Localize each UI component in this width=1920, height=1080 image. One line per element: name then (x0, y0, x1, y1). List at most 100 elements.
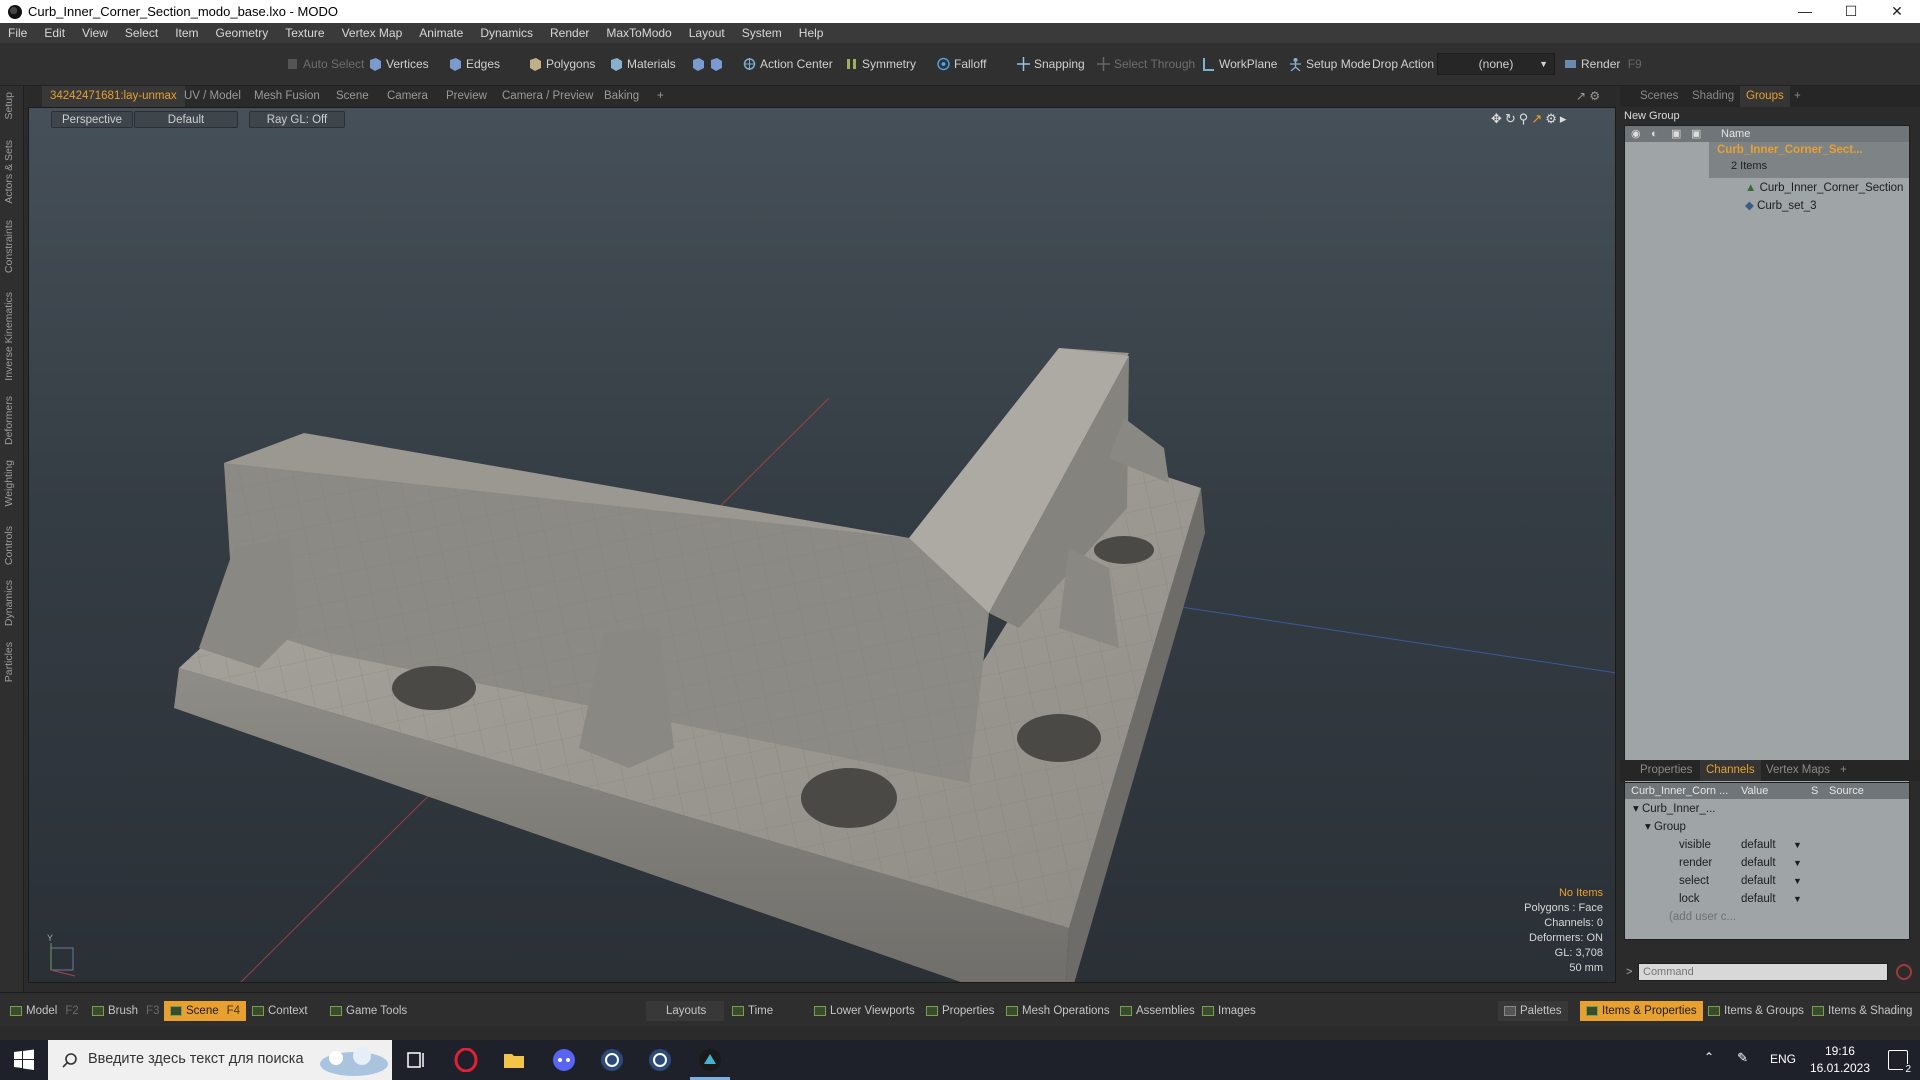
modo-taskbar-icon[interactable] (698, 1048, 722, 1072)
tab-uv-model[interactable]: UV / Model (176, 86, 249, 107)
add-user-channel[interactable]: (add user c... (1669, 908, 1736, 926)
strip-tab-actors-sets[interactable]: Actors & Sets (3, 140, 15, 204)
chevron-down-icon[interactable]: ▼ (1793, 872, 1802, 890)
opera-icon[interactable] (454, 1048, 478, 1072)
tab-groups[interactable]: Groups (1740, 86, 1790, 107)
channels-root-row[interactable]: ▾ Curb_Inner_... (1633, 800, 1715, 818)
tab-scene[interactable]: Scene (328, 86, 377, 107)
menu-system[interactable]: System (742, 26, 782, 40)
strip-tab-dynamics[interactable]: Dynamics (3, 580, 15, 626)
pen-icon[interactable]: ✎ (1737, 1050, 1748, 1066)
palettes-button[interactable]: Palettes (1498, 1001, 1568, 1021)
menu-layout[interactable]: Layout (689, 26, 725, 40)
chevron-down-icon[interactable]: ▼ (1793, 890, 1802, 908)
tab-properties[interactable]: Properties (1634, 760, 1698, 781)
menu-help[interactable]: Help (799, 26, 824, 40)
new-group-button[interactable]: New Group (1624, 108, 1694, 124)
materials-mode-button[interactable]: Materials (605, 53, 682, 75)
viewport-options-icon[interactable]: ↗ ⚙ ▸ (1568, 86, 1616, 124)
images-button[interactable]: Images (1196, 1001, 1262, 1021)
render-button[interactable]: Render F9 (1559, 53, 1648, 75)
select-through-button[interactable]: Select Through (1092, 53, 1201, 75)
properties-button[interactable]: Properties (920, 1001, 1000, 1021)
mode-icons-group[interactable] (690, 53, 722, 75)
menu-render[interactable]: Render (550, 26, 589, 40)
command-input[interactable] (1638, 963, 1888, 981)
input-language[interactable]: ENG (1770, 1052, 1796, 1066)
edges-mode-button[interactable]: Edges (444, 53, 506, 75)
channel-lock-value[interactable]: default (1741, 890, 1776, 908)
scene-layout-button[interactable]: Scene F4 (164, 1001, 247, 1021)
taskbar-search[interactable]: Введите здесь текст для поиска (48, 1040, 392, 1080)
setup-mode-button[interactable]: Setup Mode (1284, 53, 1377, 75)
tab-baking[interactable]: Baking (596, 86, 647, 107)
menu-select[interactable]: Select (125, 26, 158, 40)
channel-render-value[interactable]: default (1741, 854, 1776, 872)
group-child-set[interactable]: ◆ Curb_set_3 (1745, 197, 1817, 215)
context-button[interactable]: Context (246, 1001, 314, 1021)
tab-lay-unmax[interactable]: 34242471681:lay-unmax (42, 86, 185, 107)
tab-shading[interactable]: Shading (1686, 86, 1740, 107)
menu-texture[interactable]: Texture (285, 26, 324, 40)
menu-view[interactable]: View (82, 26, 108, 40)
drop-action-select[interactable]: (none) ▼ (1437, 53, 1555, 75)
items-properties-button[interactable]: Items & Properties (1580, 1001, 1703, 1021)
tab-add-groups[interactable]: + (1788, 86, 1807, 107)
channel-select-value[interactable]: default (1741, 872, 1776, 890)
time-button[interactable]: Time (726, 1001, 804, 1021)
tray-chevron-up-icon[interactable]: ⌃ (1704, 1050, 1714, 1064)
items-shading-button[interactable]: Items & Shading (1806, 1001, 1918, 1021)
lower-viewports-button[interactable]: Lower Viewports (808, 1001, 921, 1021)
channel-visible-value[interactable]: default (1741, 836, 1776, 854)
group-child-mesh[interactable]: ▲ Curb_Inner_Corner_Section (1745, 179, 1903, 197)
tab-camera[interactable]: Camera (379, 86, 436, 107)
game-tools-button[interactable]: Game Tools (324, 1001, 413, 1021)
system-clock[interactable]: 19:16 16.01.2023 (1810, 1043, 1870, 1077)
brush-layout-button[interactable]: Brush F3 (86, 1001, 165, 1021)
channels-group-row[interactable]: ▾ Group (1645, 818, 1686, 836)
group-row-selected[interactable]: Curb_Inner_Corner_Sect... 2 Items (1709, 142, 1909, 178)
tab-preview[interactable]: Preview (438, 86, 495, 107)
app-icon-1[interactable] (600, 1048, 624, 1072)
menu-animate[interactable]: Animate (419, 26, 463, 40)
symmetry-button[interactable]: Symmetry (840, 53, 922, 75)
falloff-button[interactable]: Falloff (932, 53, 992, 75)
tab-add[interactable]: + (649, 86, 672, 107)
tab-vertex-maps[interactable]: Vertex Maps (1760, 760, 1836, 781)
menu-maxtomodo[interactable]: MaxToModo (606, 26, 671, 40)
strip-tab-controls[interactable]: Controls (3, 526, 15, 565)
action-center-button[interactable]: Action Center (738, 53, 839, 75)
menu-file[interactable]: File (8, 26, 27, 40)
strip-tab-inverse-kinematics[interactable]: Inverse Kinematics (3, 292, 15, 381)
workplane-button[interactable]: WorkPlane (1197, 53, 1283, 75)
strip-tab-constraints[interactable]: Constraints (3, 220, 15, 273)
record-icon[interactable] (1896, 964, 1912, 980)
strip-tab-weighting[interactable]: Weighting (3, 460, 15, 507)
model-layout-button[interactable]: Model F2 (4, 1001, 85, 1021)
tab-scenes[interactable]: Scenes (1634, 86, 1684, 107)
task-view-icon[interactable] (404, 1048, 428, 1072)
maximize-button[interactable]: ☐ (1828, 0, 1874, 23)
menu-vertex-map[interactable]: Vertex Map (342, 26, 403, 40)
windows-start-icon[interactable] (12, 1048, 36, 1072)
file-explorer-icon[interactable] (502, 1048, 526, 1072)
tab-add-channels[interactable]: + (1834, 760, 1853, 781)
polygons-mode-button[interactable]: Polygons (524, 53, 601, 75)
menu-item[interactable]: Item (175, 26, 198, 40)
assemblies-button[interactable]: Assemblies (1114, 1001, 1201, 1021)
snapping-button[interactable]: Snapping (1012, 53, 1091, 75)
menu-edit[interactable]: Edit (44, 26, 65, 40)
minimize-button[interactable]: — (1782, 0, 1828, 23)
app-icon-2[interactable] (648, 1048, 672, 1072)
strip-tab-particles[interactable]: Particles (3, 642, 15, 682)
tab-channels[interactable]: Channels (1700, 760, 1761, 781)
3d-viewport[interactable]: Perspective Default Ray GL: Off ✥↻⚲↗⚙▸ Y… (28, 107, 1616, 983)
layouts-button[interactable]: Layouts (646, 1001, 725, 1021)
items-groups-button[interactable]: Items & Groups (1702, 1001, 1810, 1021)
auto-select-button[interactable]: Auto Select (281, 53, 370, 75)
menu-geometry[interactable]: Geometry (216, 26, 269, 40)
strip-tab-setup[interactable]: Setup (3, 92, 15, 119)
discord-icon[interactable] (552, 1048, 576, 1072)
menu-dynamics[interactable]: Dynamics (480, 26, 533, 40)
chevron-down-icon[interactable]: ▼ (1793, 836, 1802, 854)
